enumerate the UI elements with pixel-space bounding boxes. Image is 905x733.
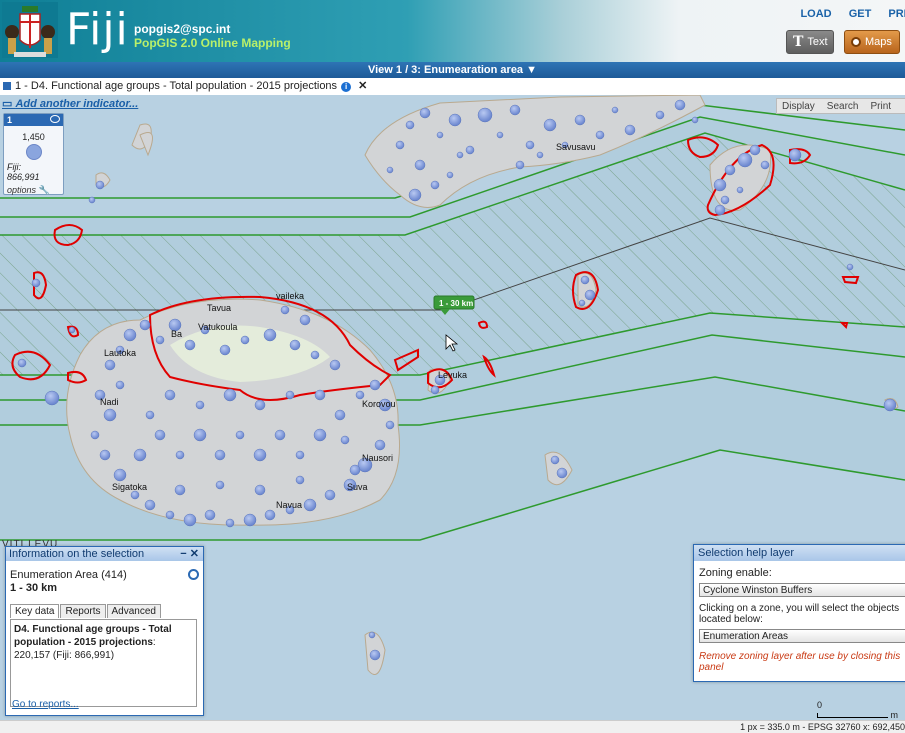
map-pin-icon	[851, 37, 861, 47]
maps-button-label: Maps	[865, 36, 892, 48]
label-nadi: Nadi	[100, 397, 119, 407]
app-header: Fiji popgis2@spc.int PopGIS 2.0 Online M…	[0, 0, 905, 62]
wrench-icon: 🔧	[38, 185, 50, 195]
zoning-note: Remove zoning layer after use by closing…	[699, 651, 901, 673]
label-ba: Ba	[171, 329, 182, 339]
tab-key-data[interactable]: Key data	[10, 604, 60, 618]
click-instructions: Clicking on a zone, you will select the …	[699, 603, 900, 625]
view-selector[interactable]: View 1 / 3: Enumearation area ▼	[0, 62, 905, 78]
label-vatukoula: Vatukoula	[198, 322, 237, 332]
pre-link[interactable]: PRE	[888, 8, 905, 20]
key-data-content: D4. Functional age groups - Total popula…	[10, 619, 197, 707]
key-data-indicator: D4. Functional age groups - Total popula…	[14, 624, 172, 648]
status-text: 1 px = 335.0 m - EPSG 32760 x: 692,450	[740, 722, 905, 732]
view-label: View 1 / 3: Enumearation area	[367, 64, 524, 76]
add-indicator-label: Add another indicator...	[15, 98, 139, 110]
label-lautoka: Lautoka	[104, 348, 136, 358]
label-levuka: Levuka	[438, 370, 467, 380]
legend-options[interactable]: options 🔧	[4, 185, 63, 196]
search-menu[interactable]: Search	[827, 101, 859, 112]
chevron-down-icon: ▼	[526, 64, 538, 76]
zoning-select[interactable]: Cyclone Winston Buffers	[699, 583, 905, 597]
get-link[interactable]: GET	[849, 8, 872, 20]
map-toolbar: Display Search Print	[776, 98, 905, 114]
objects-select[interactable]: Enumeration Areas	[699, 629, 905, 643]
buffer-marker-label: 1 - 30 km	[439, 299, 473, 308]
label-korovou: Korovou	[362, 399, 396, 409]
scale-bar: 0 m	[817, 700, 898, 720]
legend-total-label: Fiji:	[7, 162, 21, 172]
panel-controls[interactable]: − ✕	[180, 547, 199, 561]
add-indicator-link[interactable]: ▭ Add another indicator...	[2, 97, 138, 110]
label-tavua: Tavua	[207, 303, 231, 313]
selection-zone: 1 - 30 km	[10, 582, 58, 594]
display-menu[interactable]: Display	[782, 101, 815, 112]
selection-tabs: Key data Reports Advanced	[10, 604, 162, 618]
selection-panel-title: Information on the selection	[9, 548, 145, 560]
label-suva: Suva	[347, 482, 368, 492]
eye-icon[interactable]	[50, 115, 60, 123]
help-panel-title: Selection help layer	[694, 545, 905, 561]
print-menu[interactable]: Print	[870, 101, 891, 112]
legend-options-label: options	[7, 185, 37, 195]
text-t-icon: T	[793, 34, 804, 50]
text-button[interactable]: T Text	[786, 30, 834, 54]
scale-bar-line	[817, 713, 888, 718]
maps-button[interactable]: Maps	[844, 30, 900, 54]
tab-advanced[interactable]: Advanced	[106, 604, 161, 618]
legend-total-value: 866,991	[7, 172, 40, 182]
text-button-label: Text	[807, 36, 828, 48]
logo-text: Fiji	[66, 4, 129, 55]
legend-value: 1,450	[22, 132, 45, 142]
legend-header: 1	[4, 114, 63, 126]
legend-panel: 1 1,450 Fiji: 866,991 options 🔧	[3, 113, 64, 195]
header-links: LOAD GET PRE	[786, 8, 905, 20]
user-email: popgis2@spc.int	[134, 22, 231, 36]
indicator-bar: 1 - D4. Functional age groups - Total po…	[0, 78, 905, 96]
indicator-color-square-icon	[3, 82, 11, 90]
selection-panel-header: Information on the selection − ✕	[6, 547, 203, 561]
selection-area: Enumeration Area (414)	[10, 569, 127, 581]
info-icon[interactable]: i	[341, 82, 352, 92]
label-nausori: Nausori	[362, 453, 393, 463]
load-link[interactable]: LOAD	[800, 8, 831, 20]
status-bar: 1 px = 335.0 m - EPSG 32760 x: 692,450	[0, 720, 905, 733]
zoom-search-icon[interactable]	[188, 569, 199, 580]
legend-number: 1	[7, 115, 13, 125]
legend-bubble-icon	[25, 144, 42, 160]
app-name: PopGIS 2.0 Online Mapping	[134, 36, 291, 50]
close-icon[interactable]: ✕	[358, 80, 367, 92]
indicator-label: 1 - D4. Functional age groups - Total po…	[15, 80, 338, 92]
folder-icon: ▭	[2, 98, 16, 110]
label-navua: Navua	[276, 500, 302, 510]
zoning-label: Zoning enable:	[699, 567, 772, 579]
selection-info-panel: Information on the selection − ✕ Enumerat…	[5, 546, 204, 716]
scale-zero: 0	[817, 700, 823, 710]
tab-reports[interactable]: Reports	[60, 604, 106, 618]
go-to-reports-link[interactable]: Go to reports...	[12, 699, 79, 710]
scale-unit: m	[890, 710, 899, 720]
selection-help-panel: Selection help layer Zoning enable: Cycl…	[693, 544, 905, 682]
label-savusavu: Savusavu	[556, 142, 596, 152]
label-sigatoka: Sigatoka	[112, 482, 147, 492]
label-vaileka: vaileka	[276, 291, 304, 301]
fiji-coat-of-arms-icon	[2, 2, 58, 58]
